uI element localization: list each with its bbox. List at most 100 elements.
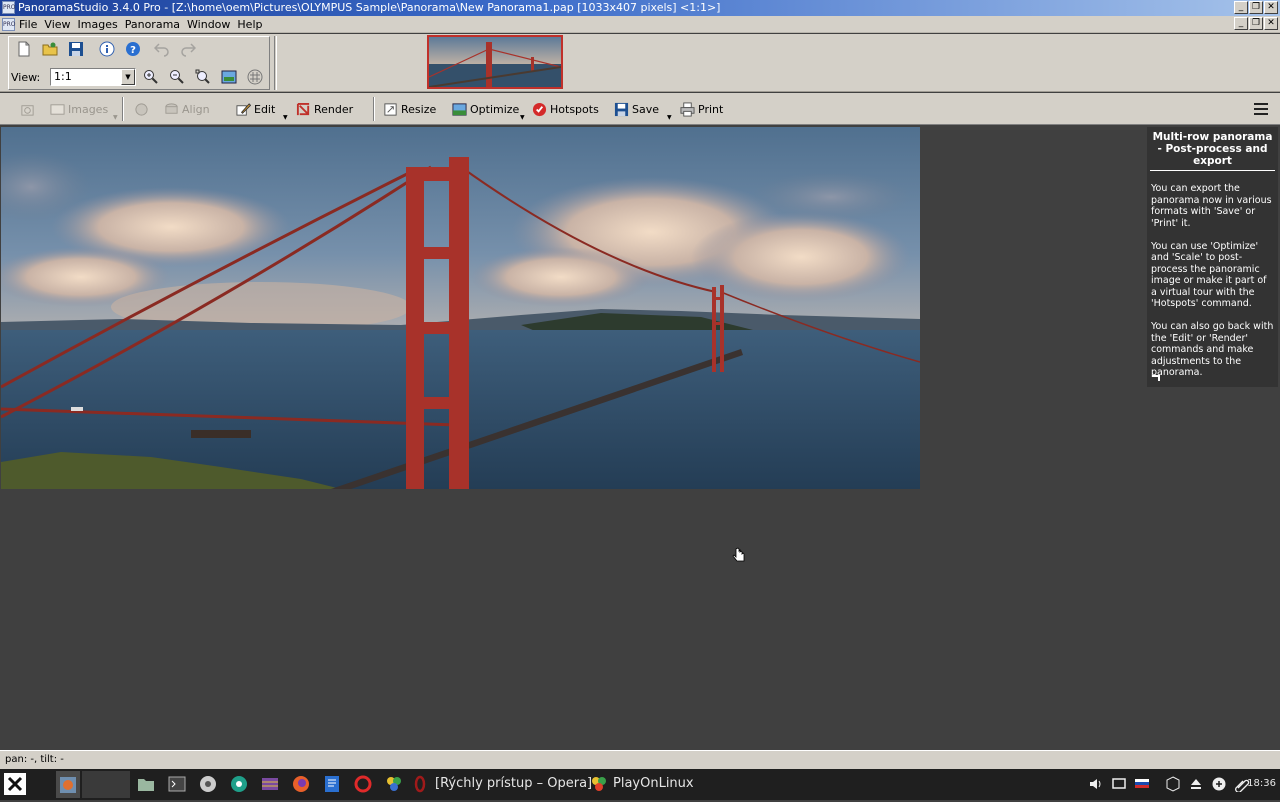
- view-zoom-select[interactable]: 1:1 ▼: [50, 68, 136, 86]
- align-button[interactable]: Align: [164, 101, 210, 118]
- help-button[interactable]: ?: [123, 39, 143, 59]
- playonlinux-icon: [592, 777, 606, 791]
- save-button[interactable]: Save: [614, 101, 659, 118]
- menu-hamburger-icon[interactable]: [1254, 103, 1268, 115]
- volume-icon[interactable]: [1088, 776, 1104, 792]
- zoom-fit-icon: [195, 69, 210, 84]
- archive-icon[interactable]: [261, 775, 279, 793]
- print-button[interactable]: Print: [680, 101, 723, 118]
- view-label: View:: [11, 71, 41, 84]
- hotspot-icon: [532, 102, 547, 117]
- fit-window-button[interactable]: [219, 67, 239, 87]
- settings-icon[interactable]: [199, 775, 217, 793]
- help-icon: ?: [126, 42, 140, 56]
- save-file-button[interactable]: [66, 39, 86, 59]
- toolbar-separator: [274, 36, 277, 90]
- menu-file[interactable]: File: [19, 17, 44, 32]
- resize-button[interactable]: Resize: [383, 101, 436, 118]
- render-button[interactable]: Render: [296, 101, 353, 118]
- redo-button[interactable]: [178, 39, 198, 59]
- package-icon[interactable]: [1165, 776, 1181, 792]
- eject-icon[interactable]: [1188, 776, 1204, 792]
- resize-icon: [384, 103, 397, 116]
- floppy-disk-icon: [69, 42, 83, 56]
- align-icon: [165, 103, 178, 114]
- help-panel-text: You can export the panorama now in vario…: [1151, 183, 1274, 378]
- hotspots-button[interactable]: Hotspots: [532, 101, 599, 118]
- undo-icon: [154, 43, 169, 57]
- chevron-down-icon[interactable]: ▼: [121, 69, 135, 85]
- taskbar-opera-label[interactable]: [Rýchly prístup – Opera]: [435, 775, 592, 793]
- status-bar: pan: -, tilt: -: [0, 750, 1280, 769]
- clock[interactable]: 18:36: [1247, 776, 1276, 792]
- taskbar-panoramastudio[interactable]: [56, 771, 80, 798]
- panorama-thumbnail[interactable]: [427, 35, 563, 89]
- panorama-image[interactable]: [1, 127, 920, 489]
- doc-minimize-button[interactable]: _: [1234, 17, 1248, 30]
- display-icon[interactable]: [1111, 776, 1127, 792]
- grid-button[interactable]: [245, 67, 265, 87]
- toolbar2-separator: [373, 97, 375, 121]
- taskbar-playonlinux-label[interactable]: PlayOnLinux: [613, 775, 694, 793]
- add-circle-icon[interactable]: [1211, 776, 1227, 792]
- toolbar2-separator: [122, 97, 124, 121]
- panorama-workspace[interactable]: Multi-row panorama - Post-process and ex…: [0, 126, 1280, 750]
- minimize-button[interactable]: _: [1234, 1, 1248, 14]
- hand-cursor-icon: [732, 547, 745, 562]
- zoom-in-button[interactable]: [141, 67, 161, 87]
- zoom-out-button[interactable]: [167, 67, 187, 87]
- undo-button[interactable]: [152, 39, 172, 59]
- edit-dropdown-arrow[interactable]: ▼: [283, 114, 288, 121]
- window-controls: _ ❐ ✕: [1234, 1, 1278, 14]
- images-dropdown-arrow[interactable]: ▼: [113, 114, 118, 121]
- optimize-dropdown-arrow[interactable]: ▼: [520, 114, 525, 121]
- workflow-toolbar: Images ▼ Align Edit ▼ Render Resize Opti…: [0, 93, 1280, 125]
- menu-images[interactable]: Images: [78, 17, 125, 32]
- blend-icon: [135, 103, 148, 116]
- file-manager-icon[interactable]: [137, 775, 155, 793]
- document-icon[interactable]: PRO: [2, 18, 16, 31]
- blend-button[interactable]: [134, 101, 149, 118]
- software-center-icon[interactable]: [230, 775, 248, 793]
- resize-label: Resize: [401, 103, 437, 116]
- start-menu-button[interactable]: [4, 773, 26, 795]
- images-label: Images: [68, 103, 109, 116]
- keyboard-layout-flag-icon[interactable]: [1134, 776, 1150, 792]
- grid-icon: [247, 69, 263, 85]
- menu-view[interactable]: View: [44, 17, 77, 32]
- panoramastudio-icon: [60, 777, 76, 793]
- render-label: Render: [314, 103, 354, 116]
- text-editor-icon[interactable]: [323, 775, 341, 793]
- golden-gate-panorama: [1, 127, 920, 489]
- optimize-icon: [452, 103, 467, 116]
- edit-button[interactable]: Edit: [236, 101, 275, 118]
- menu-help[interactable]: Help: [237, 17, 269, 32]
- capture-button[interactable]: [20, 101, 35, 118]
- close-button[interactable]: ✕: [1264, 1, 1278, 14]
- edit-label: Edit: [254, 103, 276, 116]
- new-file-button[interactable]: [14, 39, 34, 59]
- view-zoom-value: 1:1: [54, 70, 72, 83]
- pinwheel-icon[interactable]: [385, 775, 403, 793]
- help-panel-title: Multi-row panorama - Post-process and ex…: [1150, 127, 1275, 171]
- opera-icon[interactable]: [354, 775, 372, 793]
- open-file-button[interactable]: [40, 39, 60, 59]
- zoom-fit-button[interactable]: [193, 67, 213, 87]
- svg-text:?: ?: [130, 45, 136, 56]
- app-icon[interactable]: PRO: [2, 1, 16, 14]
- terminal-icon[interactable]: [168, 775, 186, 793]
- optimize-button[interactable]: Optimize: [452, 101, 519, 118]
- render-icon: [296, 102, 310, 116]
- taskbar-window-slot[interactable]: [82, 771, 130, 798]
- save-dropdown-arrow[interactable]: ▼: [667, 114, 672, 121]
- maximize-button[interactable]: ❐: [1249, 1, 1263, 14]
- menu-panorama[interactable]: Panorama: [125, 17, 187, 32]
- info-button[interactable]: [97, 39, 117, 59]
- menu-window[interactable]: Window: [187, 17, 237, 32]
- doc-close-button[interactable]: ✕: [1264, 17, 1278, 30]
- collapse-corner-icon[interactable]: [1152, 375, 1160, 381]
- doc-restore-button[interactable]: ❐: [1249, 17, 1263, 30]
- info-icon: [99, 41, 115, 57]
- firefox-icon[interactable]: [292, 775, 310, 793]
- images-button[interactable]: Images: [50, 101, 108, 118]
